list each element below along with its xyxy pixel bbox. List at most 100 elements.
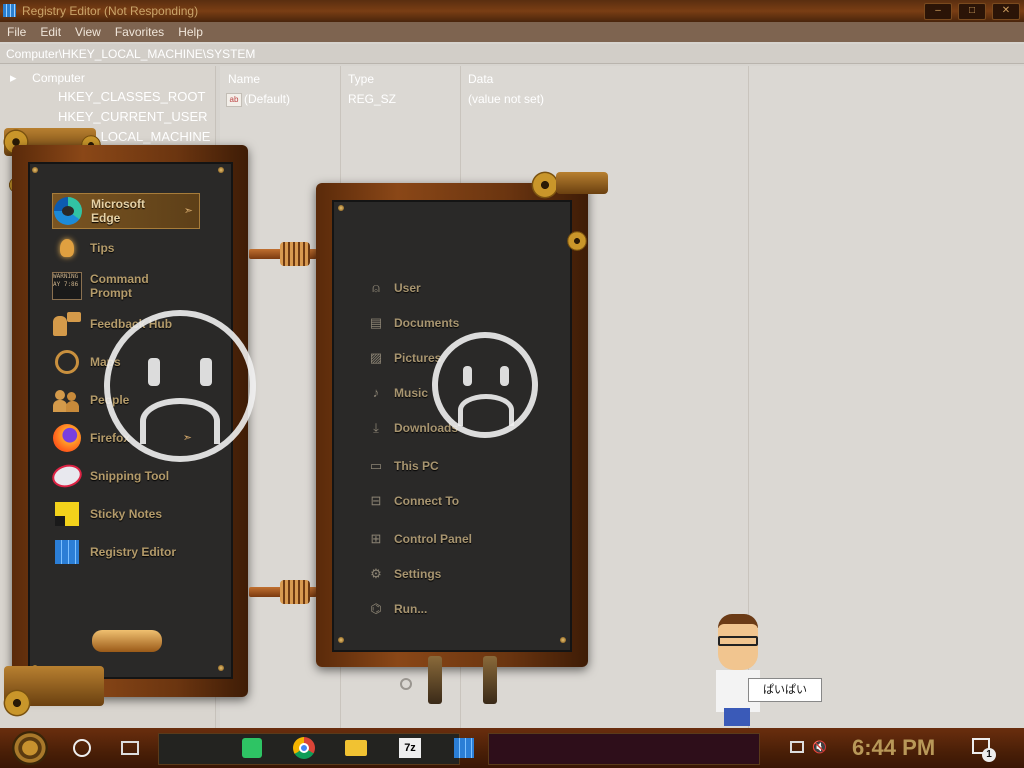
download-icon: ⤓: [373, 420, 379, 435]
app-label: Command Prompt: [90, 272, 149, 300]
rivet: [560, 637, 566, 643]
taskbar-chrome[interactable]: [288, 732, 320, 764]
place-control-panel[interactable]: ⊞ Control Panel: [368, 531, 472, 547]
registry-editor-icon: [454, 738, 474, 758]
column-header-type[interactable]: Type: [348, 72, 374, 86]
place-user[interactable]: ⍝ User: [368, 280, 421, 296]
place-run[interactable]: ⌬ Run...: [368, 601, 427, 617]
window-title: Registry Editor (Not Responding): [22, 4, 199, 18]
feedback-icon: [53, 312, 81, 336]
place-settings[interactable]: ⚙ Settings: [368, 566, 441, 582]
taskbar-green-app[interactable]: [236, 732, 268, 764]
registry-title-bar[interactable]: Registry Editor (Not Responding) – □ ✕: [0, 0, 1024, 22]
firefox-icon: [53, 424, 81, 452]
app-label: Microsoft Edge: [91, 197, 145, 225]
app-label: Registry Editor: [90, 545, 177, 559]
close-button[interactable]: ✕: [992, 3, 1020, 20]
task-view-icon: [121, 741, 139, 755]
place-pictures[interactable]: ▨ Pictures: [368, 350, 442, 366]
notification-badge: 1: [982, 748, 996, 762]
search-button[interactable]: [66, 732, 98, 764]
spring-coil-icon: [280, 242, 310, 266]
chrome-icon: [293, 737, 315, 759]
tree-item-hkcr[interactable]: HKEY_CLASSES_ROOT: [58, 89, 205, 104]
task-view-button[interactable]: [114, 732, 146, 764]
hanging-pendant-decoration: [428, 656, 442, 704]
menu-favorites[interactable]: Favorites: [108, 22, 171, 42]
menu-help[interactable]: Help: [171, 22, 210, 42]
expand-icon[interactable]: ▸: [10, 70, 17, 85]
app-label: Sticky Notes: [90, 507, 163, 521]
start-button[interactable]: [12, 731, 48, 765]
app-label: Snipping Tool: [90, 469, 170, 483]
lightbulb-icon: [92, 630, 162, 652]
taskbar-7zip[interactable]: 7z: [394, 732, 426, 764]
registry-editor-icon: [55, 540, 79, 564]
menu-file[interactable]: File: [0, 22, 33, 42]
sad-face-icon: [432, 332, 538, 438]
menu-view[interactable]: View: [68, 22, 108, 42]
rivet: [338, 205, 344, 211]
network-icon: ⊟: [370, 493, 382, 508]
app-item-snipping-tool[interactable]: Snipping Tool: [49, 459, 212, 493]
search-icon: [73, 739, 91, 757]
cartoon-character: [712, 612, 766, 728]
value-data: (value not set): [468, 92, 545, 106]
lightbulb-icon: [60, 239, 74, 257]
command-prompt-icon: WARNING AY 7:86: [52, 272, 82, 300]
taskbar-running-area: [488, 733, 760, 765]
registry-editor-icon: [3, 4, 16, 17]
place-this-pc[interactable]: ▭ This PC: [368, 458, 439, 474]
spring-coil-icon: [280, 580, 310, 604]
green-app-icon: [242, 738, 262, 758]
7zip-icon: 7z: [399, 738, 421, 758]
column-header-name[interactable]: Name: [228, 72, 260, 86]
app-item-command-prompt[interactable]: WARNING AY 7:86 Command Prompt: [52, 269, 212, 303]
gear-icon: [566, 230, 588, 252]
user-icon: ⍝: [372, 280, 380, 295]
app-item-tips[interactable]: Tips: [52, 231, 212, 265]
music-note-icon: ♪: [372, 385, 380, 400]
gear-icon: [2, 688, 32, 718]
tree-root-computer[interactable]: ▸ Computer: [10, 70, 85, 86]
menu-bar: File Edit View Favorites Help: [0, 22, 1024, 42]
monitor-icon: ▭: [369, 458, 383, 473]
rivet: [338, 637, 344, 643]
column-header-data[interactable]: Data: [468, 72, 493, 86]
hanging-pendant-decoration: [483, 656, 497, 704]
file-explorer-icon: [345, 740, 367, 756]
gear-icon: ⚙: [370, 566, 382, 581]
maximize-button[interactable]: □: [958, 3, 986, 20]
tree-item-hkcu[interactable]: HKEY_CURRENT_USER: [58, 109, 208, 124]
rivet: [32, 167, 38, 173]
submenu-arrow-icon[interactable]: ➣: [184, 204, 193, 217]
string-value-icon: ab: [226, 92, 242, 107]
place-connect-to[interactable]: ⊟ Connect To: [368, 493, 460, 509]
taskbar-registry-editor[interactable]: [448, 732, 480, 764]
rivet: [218, 665, 224, 671]
menu-edit[interactable]: Edit: [33, 22, 68, 42]
snipping-tool-icon: [49, 461, 85, 491]
brass-pipe-decoration: [556, 172, 608, 194]
people-icon: [53, 388, 81, 412]
address-bar[interactable]: Computer\HKEY_LOCAL_MACHINE\SYSTEM: [0, 44, 1024, 64]
minimize-button[interactable]: –: [924, 3, 952, 20]
place-documents[interactable]: ▤ Documents: [368, 315, 460, 331]
taskbar-file-explorer[interactable]: [340, 732, 372, 764]
app-item-microsoft-edge[interactable]: Microsoft Edge ➣: [52, 193, 200, 229]
document-icon: ▤: [369, 315, 383, 330]
speech-bubble: ぱいぱい: [748, 678, 822, 702]
volume-muted-icon[interactable]: 🔇: [812, 740, 827, 754]
app-label: Tips: [90, 241, 115, 255]
power-icon[interactable]: [400, 678, 412, 690]
value-type: REG_SZ: [348, 92, 397, 106]
app-item-sticky-notes[interactable]: Sticky Notes: [52, 497, 212, 531]
app-item-registry-editor[interactable]: Registry Editor: [52, 535, 212, 569]
place-downloads[interactable]: ⤓ Downloads: [368, 420, 458, 436]
place-music[interactable]: ♪ Music: [368, 385, 428, 401]
edge-icon: [54, 197, 82, 225]
system-clock[interactable]: 6:44 PM: [852, 734, 935, 762]
picture-icon: ▨: [369, 350, 383, 365]
sad-face-icon: [104, 310, 256, 462]
network-icon[interactable]: [790, 741, 804, 753]
